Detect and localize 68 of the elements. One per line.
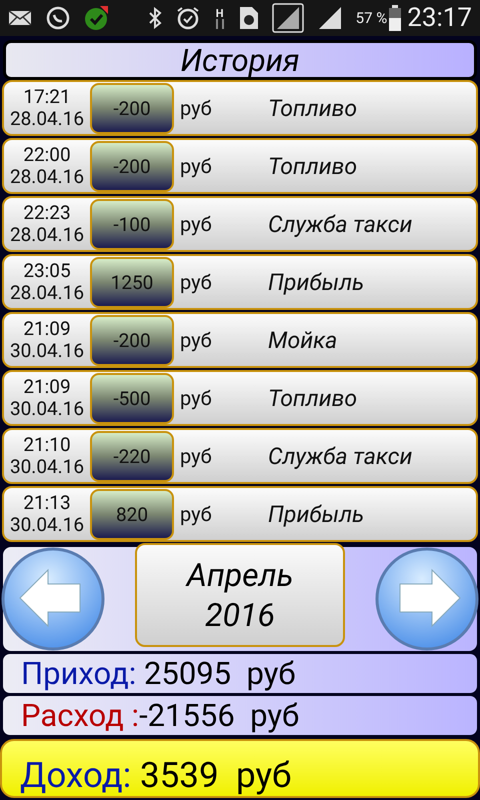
amount-field: -200 — [90, 140, 174, 192]
history-row[interactable]: 17:21 28.04.16 -200 руб Топливо — [2, 80, 478, 136]
entry-date: 30.04.16 — [10, 456, 84, 478]
signal-icon — [318, 6, 342, 30]
screen-title: История — [3, 40, 477, 80]
amount-field: -200 — [90, 82, 174, 134]
amount-field: -500 — [90, 372, 174, 424]
history-row[interactable]: 21:13 30.04.16 820 руб Прибыль — [2, 486, 478, 542]
check-icon — [84, 6, 108, 30]
battery-percent: 57 % — [356, 9, 388, 27]
entry-time: 21:09 — [23, 376, 71, 398]
category-label: Мойка — [268, 326, 338, 354]
currency-label: руб — [179, 270, 213, 294]
summary-label: Приход: — [21, 655, 136, 692]
alarm-icon — [176, 6, 200, 30]
summary-label: Расход : — [21, 697, 140, 734]
amount-field: -220 — [90, 430, 174, 482]
mail-icon — [8, 10, 32, 26]
entry-time: 17:21 — [23, 86, 71, 108]
entry-time: 21:10 — [23, 434, 71, 456]
history-row[interactable]: 22:23 28.04.16 -100 руб Служба такси — [2, 196, 478, 252]
history-row[interactable]: 21:09 30.04.16 -500 руб Топливо — [2, 370, 478, 426]
history-row[interactable]: 22:00 28.04.16 -200 руб Топливо — [2, 138, 478, 194]
history-row[interactable]: 21:10 30.04.16 -220 руб Служба такси — [2, 428, 478, 484]
currency-label: руб — [179, 328, 213, 352]
amount-field: 1250 — [90, 256, 174, 308]
entry-date: 28.04.16 — [10, 224, 84, 246]
currency-label: руб — [179, 154, 213, 178]
entry-time: 22:23 — [23, 202, 71, 224]
history-row[interactable]: 21:09 30.04.16 -200 руб Мойка — [2, 312, 478, 368]
currency-label: руб — [179, 444, 213, 468]
summary-value: 25095 руб — [142, 655, 296, 692]
category-label: Прибыль — [268, 500, 364, 528]
entry-time: 21:13 — [23, 492, 71, 514]
currency-label: руб — [179, 502, 213, 526]
category-label: Прибыль — [268, 268, 364, 296]
summary-label: Доход: — [20, 755, 132, 796]
entry-time: 21:09 — [23, 318, 71, 340]
amount-field: -200 — [90, 314, 174, 366]
entry-date: 30.04.16 — [10, 398, 84, 420]
network-type-indicator: H — [214, 8, 226, 28]
next-month-button[interactable] — [374, 546, 480, 652]
currency-label: руб — [179, 386, 213, 410]
category-label: Топливо — [268, 94, 358, 122]
amount-field: -100 — [90, 198, 174, 250]
category-label: Служба такси — [268, 210, 412, 238]
entry-date: 28.04.16 — [10, 108, 84, 130]
category-label: Топливо — [268, 384, 358, 412]
entry-date: 28.04.16 — [10, 166, 84, 188]
month-selector-button[interactable]: Апрель 2016 — [135, 543, 345, 647]
entry-date: 30.04.16 — [10, 340, 84, 362]
currency-label: руб — [179, 212, 213, 236]
battery-icon — [389, 5, 402, 31]
entry-time: 23:05 — [23, 260, 71, 282]
entry-date: 28.04.16 — [10, 282, 84, 304]
entry-time: 22:00 — [23, 144, 71, 166]
currency-label: руб — [179, 96, 213, 120]
clock-time: 23:17 — [407, 3, 472, 33]
signal-icon — [272, 3, 304, 33]
summary-value: -21556 руб — [139, 697, 300, 734]
previous-month-button[interactable] — [0, 546, 106, 652]
history-row[interactable]: 23:05 28.04.16 1250 руб Прибыль — [2, 254, 478, 310]
category-label: Топливо — [268, 152, 358, 180]
category-label: Служба такси — [268, 442, 412, 470]
summary-value: 3539 руб — [138, 755, 292, 796]
bluetooth-icon — [148, 7, 162, 29]
entry-date: 30.04.16 — [10, 514, 84, 536]
amount-field: 820 — [90, 488, 174, 540]
